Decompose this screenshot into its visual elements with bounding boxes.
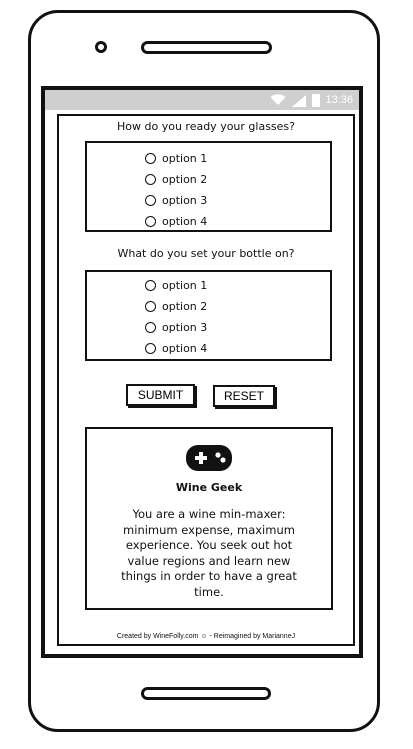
- question-2-option-4[interactable]: option 4: [145, 339, 207, 357]
- result-description: You are a wine min-maxer: minimum expens…: [121, 507, 297, 599]
- question-2-options: option 1 option 2 option 3 option 4: [85, 270, 332, 361]
- question-2-option-1[interactable]: option 1: [145, 276, 207, 294]
- option-label: option 4: [162, 341, 208, 355]
- result-card: Wine Geek You are a wine min-maxer: mini…: [85, 427, 333, 610]
- speaker-grille: [141, 41, 272, 54]
- option-label: option 3: [162, 320, 208, 334]
- question-2-option-2[interactable]: option 2: [145, 297, 207, 315]
- question-1-option-4[interactable]: option 4: [145, 212, 207, 230]
- question-2-text: What do you set your bottle on?: [117, 247, 295, 260]
- signal-icon: [292, 94, 307, 107]
- reset-button[interactable]: RESET: [213, 385, 275, 407]
- radio-button[interactable]: [145, 321, 156, 333]
- result-title: Wine Geek: [175, 481, 243, 494]
- question-2-option-3[interactable]: option 3: [145, 318, 207, 336]
- option-label: option 3: [162, 193, 208, 207]
- question-1-option-2[interactable]: option 2: [145, 170, 207, 188]
- option-label: option 4: [162, 214, 208, 228]
- radio-button[interactable]: [145, 279, 156, 291]
- radio-button[interactable]: [145, 194, 156, 206]
- question-1-option-3[interactable]: option 3: [145, 191, 207, 209]
- question-1-option-1[interactable]: option 1: [145, 149, 207, 167]
- home-button[interactable]: [141, 687, 271, 700]
- radio-button[interactable]: [145, 173, 156, 185]
- option-label: option 1: [162, 278, 208, 292]
- gamepad-icon: [186, 445, 232, 471]
- option-label: option 2: [162, 172, 208, 186]
- status-time: 13:36: [325, 94, 353, 106]
- camera-icon: [95, 41, 107, 53]
- radio-button[interactable]: [145, 152, 156, 164]
- radio-button[interactable]: [145, 215, 156, 227]
- footer-credit: Created by WineFolly.com ☺ - Reimagined …: [116, 633, 296, 640]
- radio-button[interactable]: [145, 342, 156, 354]
- question-1-options: option 1 option 2 option 3 option 4: [85, 141, 332, 232]
- question-1-text: How do you ready your glasses?: [117, 120, 295, 133]
- quiz-container: How do you ready your glasses? option 1 …: [57, 114, 355, 646]
- battery-icon: [312, 93, 321, 107]
- submit-button[interactable]: SUBMIT: [126, 384, 195, 406]
- radio-button[interactable]: [145, 300, 156, 312]
- option-label: option 1: [162, 151, 208, 165]
- phone-screen: 13:36 How do you ready your glasses? opt…: [41, 86, 363, 658]
- option-label: option 2: [162, 299, 208, 313]
- wifi-icon: [270, 94, 286, 105]
- status-icons: 13:36: [270, 92, 353, 108]
- status-bar: 13:36: [45, 90, 359, 110]
